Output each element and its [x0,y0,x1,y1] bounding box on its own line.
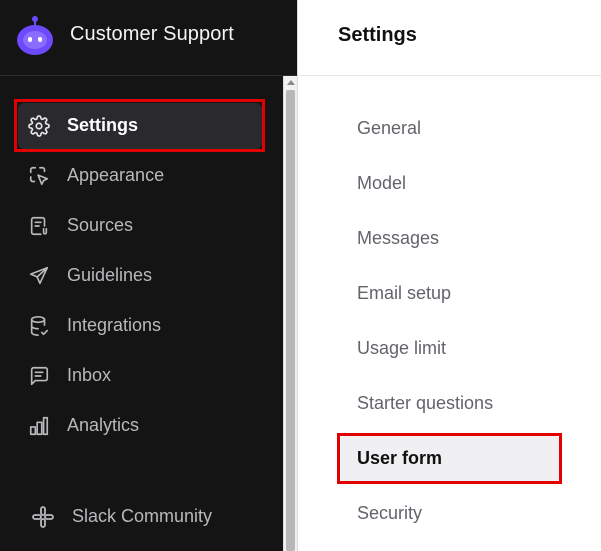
settings-header: Settings [298,0,601,76]
slack-community-link[interactable]: Slack Community [22,494,262,540]
page-title: Settings [338,24,417,46]
brand-header: Customer Support [0,0,297,76]
settings-nav-general[interactable]: General [341,106,559,152]
panel-divider [297,0,298,551]
sidebar-item-inbox[interactable]: Inbox [18,353,262,399]
settings-nav-email-setup[interactable]: Email setup [341,271,559,317]
document-icon [30,216,48,236]
sidebar-item-analytics[interactable]: Analytics [18,403,262,449]
database-icon [30,316,49,336]
message-icon [30,366,49,386]
settings-nav-messages[interactable]: Messages [341,216,559,262]
user-form-highlight-box [337,433,562,484]
sidebar-item-label: Inbox [67,365,112,385]
settings-nav-label: General [357,118,422,138]
settings-nav-label: Email setup [357,283,452,303]
settings-nav-label: Messages [357,228,440,248]
settings-nav-usage-limit[interactable]: Usage limit [341,326,559,372]
slack-icon [32,506,54,528]
settings-highlight-box [14,99,265,152]
sidebar-item-guidelines[interactable]: Guidelines [18,253,262,299]
scroll-up-arrow-icon[interactable] [287,80,295,85]
sidebar-item-label: Sources [67,215,134,235]
sidebar-item-label: Guidelines [67,265,153,285]
sidebar-item-label: Integrations [67,315,162,335]
sidebar-item-label: Analytics [67,415,140,435]
cursor-icon [29,166,49,186]
bot-logo-icon [17,16,53,55]
sidebar: Customer Support Settings Appearance Sou… [0,0,297,551]
settings-nav-starter-questions[interactable]: Starter questions [341,381,559,427]
slack-community-label: Slack Community [72,506,213,526]
settings-nav-label: Usage limit [357,338,447,358]
sidebar-scrollbar[interactable] [283,76,297,551]
sidebar-item-integrations[interactable]: Integrations [18,303,262,349]
settings-nav-label: Starter questions [357,393,494,413]
app-title: Customer Support [70,23,234,45]
settings-nav-model[interactable]: Model [341,161,559,207]
sidebar-item-appearance[interactable]: Appearance [18,153,262,199]
send-icon [29,266,49,285]
scrollbar-thumb[interactable] [286,90,295,551]
bar-chart-icon [29,416,49,436]
settings-nav-label: Security [357,503,423,523]
sidebar-item-label: Appearance [67,165,165,185]
settings-nav-label: Model [357,173,407,193]
settings-nav-security[interactable]: Security [341,491,559,537]
sidebar-item-sources[interactable]: Sources [18,203,262,249]
